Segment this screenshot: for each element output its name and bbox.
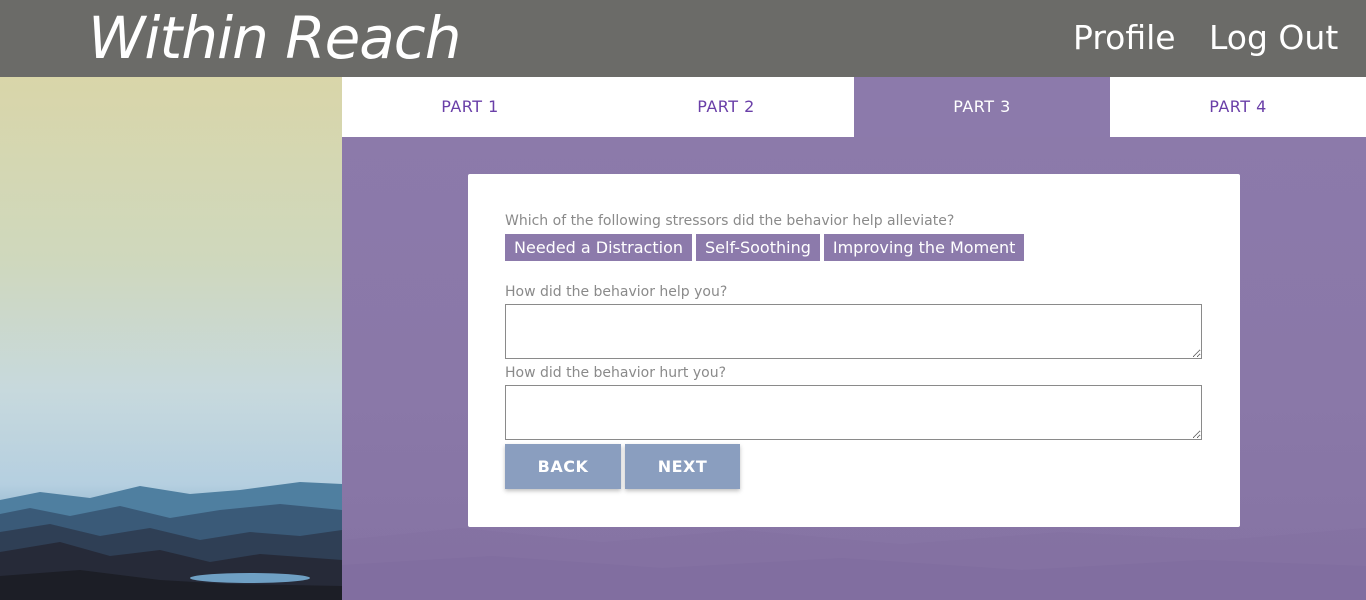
next-button[interactable]: NEXT xyxy=(625,444,740,489)
tab-part-2[interactable]: PART 2 xyxy=(598,77,854,137)
help-question: How did the behavior help you? xyxy=(505,284,728,300)
part-tabs: PART 1 PART 2 PART 3 PART 4 xyxy=(342,77,1366,137)
profile-link[interactable]: Profile xyxy=(1073,18,1176,58)
brand-logo[interactable]: Within Reach xyxy=(88,2,461,74)
hurt-textarea[interactable] xyxy=(505,385,1202,440)
back-button[interactable]: BACK xyxy=(505,444,621,489)
stressor-options: Needed a Distraction Self-Soothing Impro… xyxy=(505,234,1025,261)
stressor-chip-self-soothing[interactable]: Self-Soothing xyxy=(696,234,820,261)
hurt-question: How did the behavior hurt you? xyxy=(505,365,727,381)
mountain-illustration xyxy=(0,482,342,600)
logout-link[interactable]: Log Out xyxy=(1209,18,1338,58)
app-header: Within Reach Profile Log Out xyxy=(0,0,1366,77)
tab-part-4[interactable]: PART 4 xyxy=(1110,77,1366,137)
tab-part-1[interactable]: PART 1 xyxy=(342,77,598,137)
help-textarea[interactable] xyxy=(505,304,1202,359)
behavior-form-card: Which of the following stressors did the… xyxy=(468,174,1240,527)
stressors-question: Which of the following stressors did the… xyxy=(505,213,955,229)
tab-part-3[interactable]: PART 3 xyxy=(854,77,1110,137)
stressor-chip-distraction[interactable]: Needed a Distraction xyxy=(505,234,692,261)
stressor-chip-improving-moment[interactable]: Improving the Moment xyxy=(823,234,1025,261)
main-panel: PART 1 PART 2 PART 3 PART 4 Which of the… xyxy=(342,77,1366,600)
landscape-image xyxy=(0,77,342,600)
